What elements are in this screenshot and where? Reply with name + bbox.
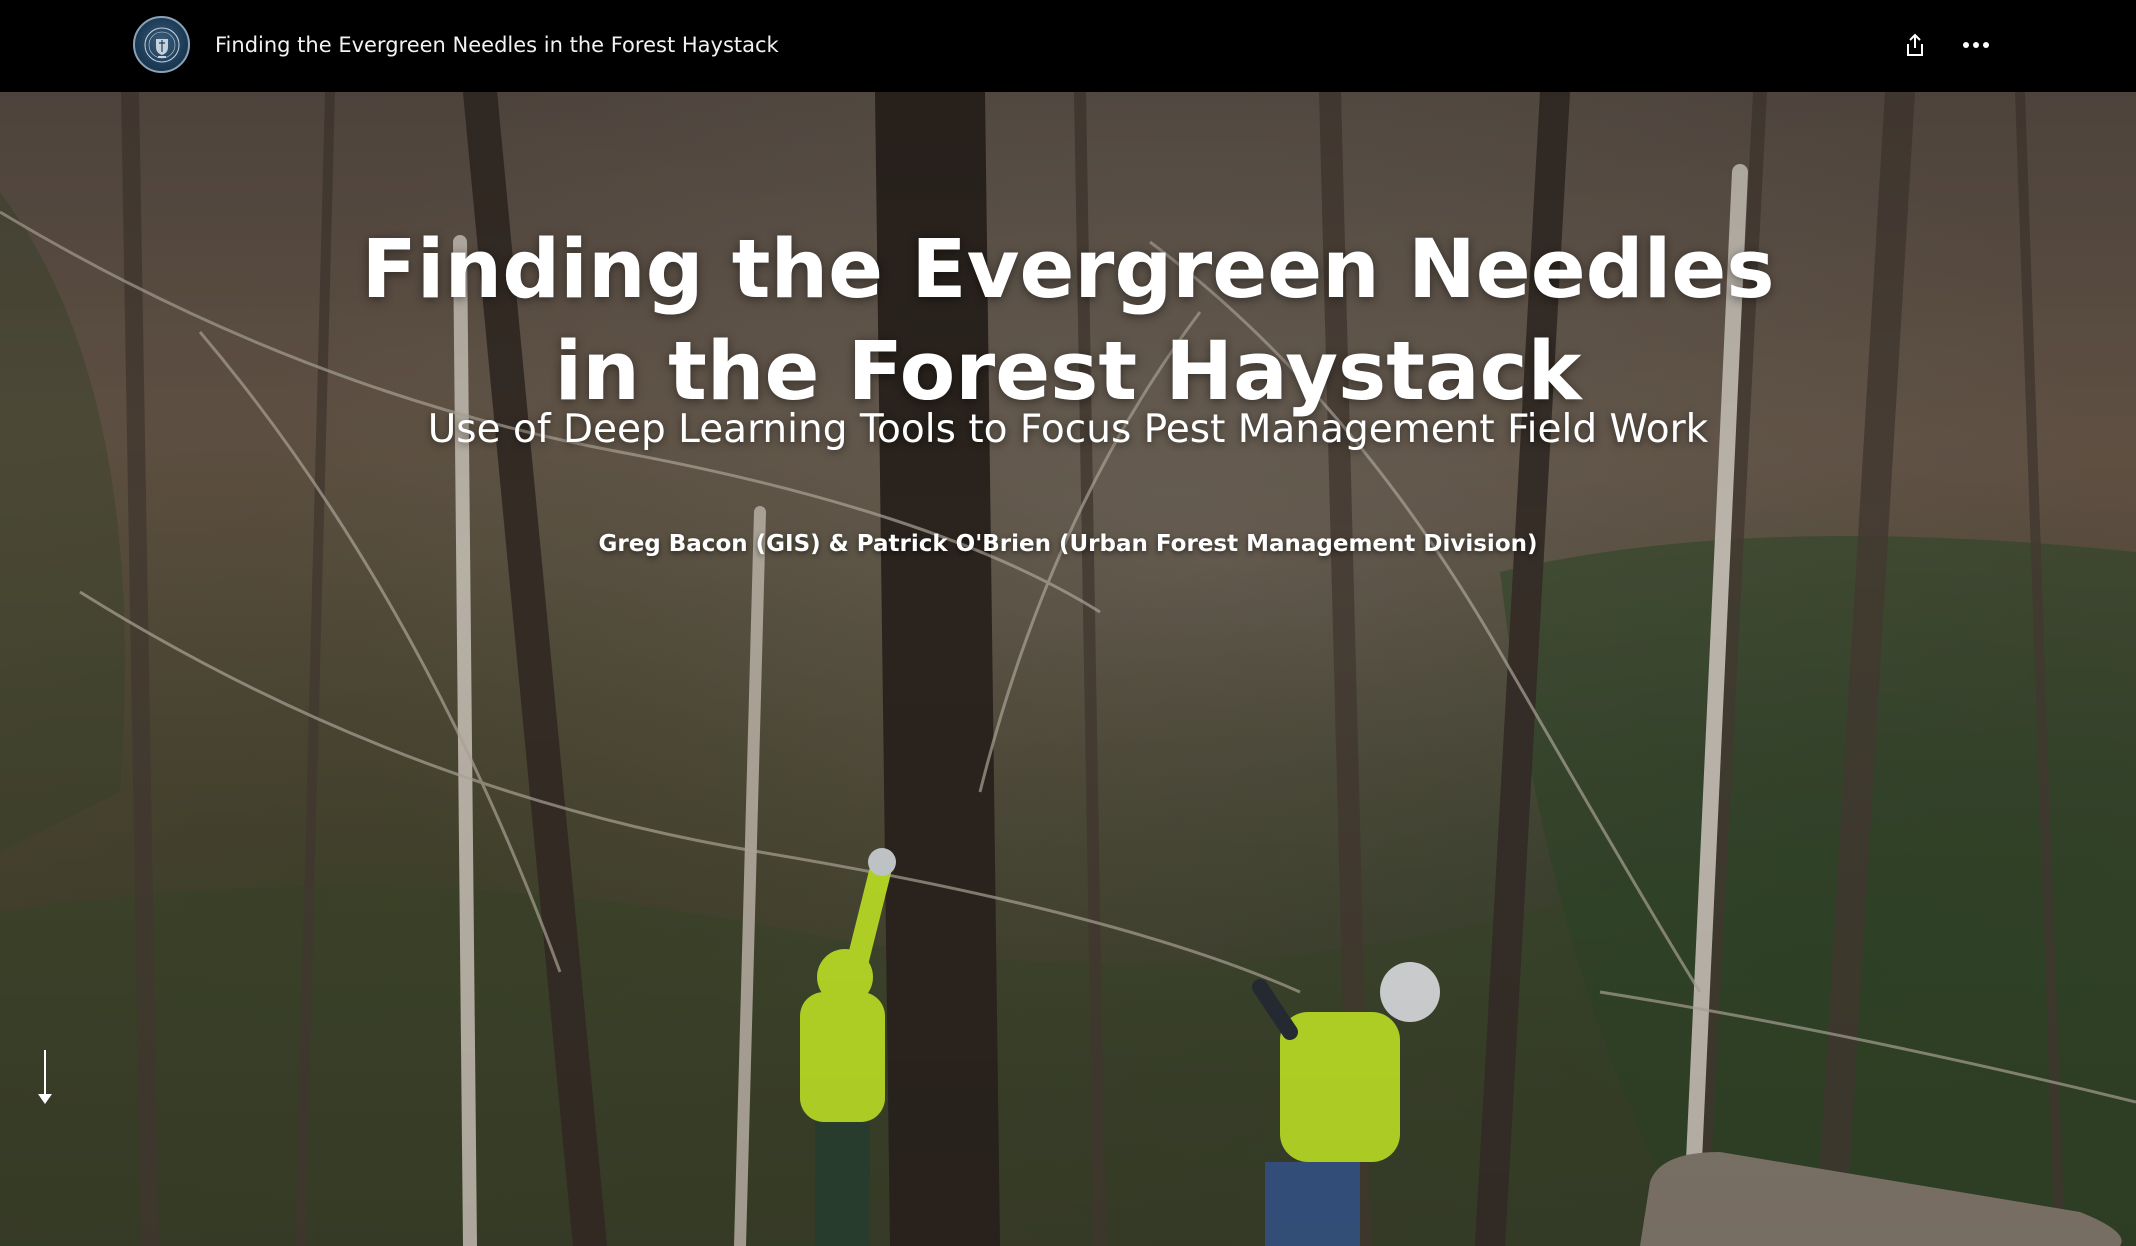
more-options-icon: [1963, 42, 1989, 48]
share-button[interactable]: [1898, 26, 1932, 64]
story-title: Finding the Evergreen Needles in the For…: [215, 33, 779, 57]
author-byline: Greg Bacon (GIS) & Patrick O'Brien (Urba…: [598, 531, 1538, 557]
county-seal-logo[interactable]: [133, 16, 190, 73]
top-bar: Finding the Evergreen Needles in the For…: [0, 0, 2136, 92]
page-subtitle: Use of Deep Learning Tools to Focus Pest…: [427, 407, 1709, 452]
more-options-button[interactable]: [1956, 26, 1996, 64]
title-line-1: Finding the Evergreen Needles: [361, 223, 1775, 318]
arrow-down-icon: [38, 1050, 52, 1104]
scroll-down-button[interactable]: [30, 1048, 60, 1108]
share-icon: [1907, 33, 1923, 56]
seal-emblem-icon: [144, 27, 179, 62]
page-title: Finding the Evergreen Needles in the For…: [268, 219, 1868, 423]
